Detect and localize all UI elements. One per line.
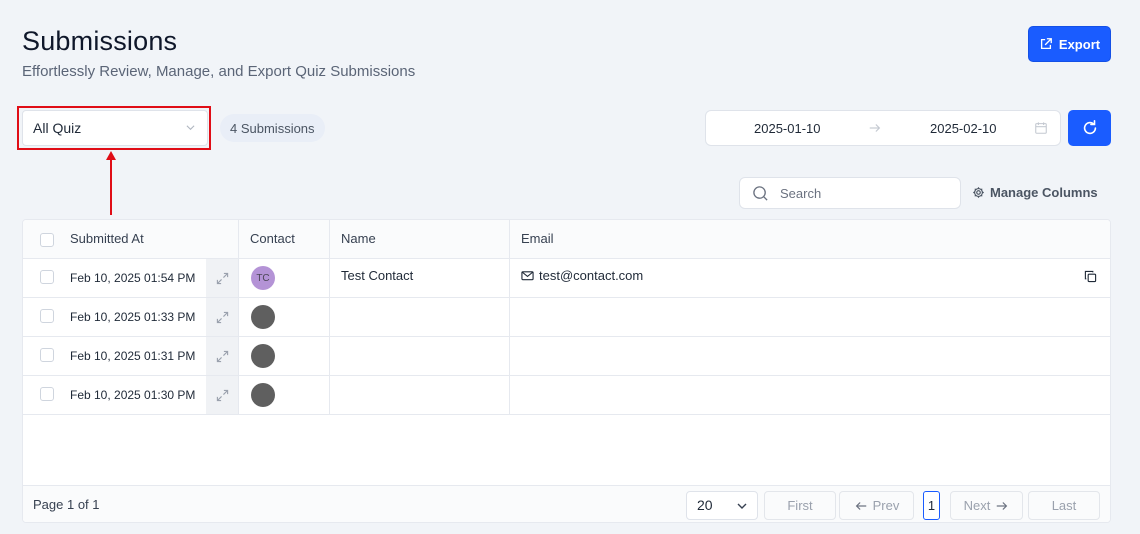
current-page-button[interactable]: 1 (923, 491, 940, 520)
per-page-select[interactable]: 20 (686, 491, 758, 520)
export-button[interactable]: Export (1028, 26, 1111, 62)
quiz-select-value: All Quiz (33, 120, 82, 136)
last-page-button[interactable]: Last (1028, 491, 1100, 520)
search-icon (753, 186, 768, 201)
avatar: TC (251, 266, 275, 290)
table-row[interactable]: Feb 10, 2025 01:54 PM TC Test Contact te… (23, 259, 1110, 298)
expand-row-button[interactable] (206, 376, 238, 414)
page-subtitle: Effortlessly Review, Manage, and Export … (22, 63, 416, 80)
page-title: Submissions (22, 26, 178, 56)
date-start[interactable]: 2025-01-10 (754, 121, 821, 136)
submitted-at-cell: Feb 10, 2025 01:31 PM (70, 349, 196, 363)
select-all-checkbox[interactable] (40, 233, 54, 247)
column-header-submitted-at[interactable]: Submitted At (70, 231, 144, 246)
quiz-select[interactable]: All Quiz (22, 110, 208, 146)
expand-row-button[interactable] (206, 259, 238, 297)
annotation-arrow-line (110, 158, 112, 215)
last-page-label: Last (1051, 498, 1077, 513)
per-page-value: 20 (697, 497, 713, 513)
row-checkbox[interactable] (40, 387, 54, 401)
manage-columns-button[interactable]: Manage Columns (972, 185, 1098, 200)
table-footer: Page 1 of 1 20 First Prev 1 Next Last (23, 485, 1110, 522)
next-page-label: Next (963, 498, 991, 513)
expand-row-button[interactable] (206, 298, 238, 336)
search-box[interactable] (739, 177, 961, 209)
row-checkbox[interactable] (40, 348, 54, 362)
arrow-right-icon (997, 501, 1008, 510)
column-header-email[interactable]: Email (521, 231, 554, 246)
search-input[interactable] (780, 183, 950, 203)
column-header-name[interactable]: Name (341, 231, 376, 246)
export-icon (1040, 38, 1052, 50)
email-cell: test@contact.com (521, 268, 643, 283)
avatar (251, 305, 275, 329)
avatar (251, 383, 275, 407)
table-header: Submitted At Contact Name Email (23, 220, 1110, 259)
first-page-label: First (787, 498, 813, 513)
row-checkbox[interactable] (40, 309, 54, 323)
expand-icon (216, 272, 228, 284)
refresh-button[interactable] (1068, 110, 1111, 146)
mail-icon (521, 271, 534, 281)
page-info: Page 1 of 1 (33, 497, 100, 512)
arrow-right-icon (869, 124, 881, 132)
submitted-at-cell: Feb 10, 2025 01:30 PM (70, 388, 196, 402)
gear-icon (973, 187, 984, 198)
table-row[interactable]: Feb 10, 2025 01:33 PM (23, 298, 1110, 337)
chevron-down-icon (186, 125, 195, 131)
next-page-button[interactable]: Next (950, 491, 1023, 520)
prev-page-label: Prev (872, 498, 900, 513)
prev-page-button[interactable]: Prev (839, 491, 914, 520)
date-end[interactable]: 2025-02-10 (930, 121, 997, 136)
refresh-icon (1083, 119, 1096, 135)
expand-icon (216, 311, 228, 323)
submission-count-badge: 4 Submissions (220, 114, 325, 142)
table-row[interactable]: Feb 10, 2025 01:30 PM (23, 376, 1110, 415)
date-range-picker[interactable]: 2025-01-10 2025-02-10 (705, 110, 1061, 146)
calendar-icon (1035, 122, 1047, 134)
table-row[interactable]: Feb 10, 2025 01:31 PM (23, 337, 1110, 376)
name-cell: Test Contact (341, 268, 414, 283)
export-button-label: Export (1058, 36, 1101, 52)
manage-columns-label: Manage Columns (990, 185, 1098, 200)
submissions-table: Submitted At Contact Name Email Feb 10, … (22, 219, 1111, 523)
submitted-at-cell: Feb 10, 2025 01:33 PM (70, 310, 196, 324)
expand-icon (216, 389, 228, 401)
expand-icon (216, 350, 228, 362)
column-header-contact[interactable]: Contact (250, 231, 295, 246)
row-checkbox[interactable] (40, 270, 54, 284)
arrow-left-icon (855, 501, 866, 510)
copy-icon[interactable] (1084, 270, 1097, 283)
chevron-down-icon (737, 503, 747, 509)
email-value: test@contact.com (539, 268, 644, 283)
avatar (251, 344, 275, 368)
first-page-button[interactable]: First (764, 491, 836, 520)
expand-row-button[interactable] (206, 337, 238, 375)
submitted-at-cell: Feb 10, 2025 01:54 PM (70, 271, 196, 285)
